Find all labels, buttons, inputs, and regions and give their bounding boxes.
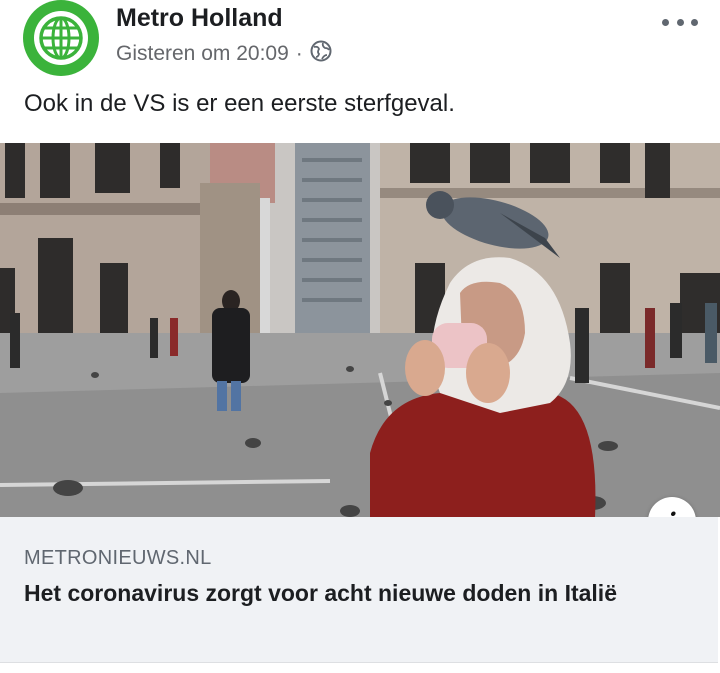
post-timestamp[interactable]: Gisteren om 20:09 [116,42,289,66]
link-title[interactable]: Het coronavirus zorgt voor acht nieuwe d… [24,578,684,608]
globe-logo-icon [34,11,88,65]
link-domain: METRONIEUWS.NL [24,547,212,569]
meta-separator: · [295,42,303,65]
post-meta: Gisteren om 20:09 · [116,40,332,68]
link-preview-card[interactable]: METRONIEUWS.NL Het coronavirus zorgt voo… [0,517,718,663]
globe-icon[interactable] [310,40,332,68]
post-header: Metro Holland Gisteren om 20:09 · [0,0,720,86]
link-preview-photo[interactable] [0,143,720,517]
more-options-icon[interactable] [662,8,698,36]
page-avatar[interactable] [23,0,99,76]
post-text: Ook in de VS is er een eerste sterfgeval… [24,90,455,117]
page-name[interactable]: Metro Holland [116,4,283,33]
